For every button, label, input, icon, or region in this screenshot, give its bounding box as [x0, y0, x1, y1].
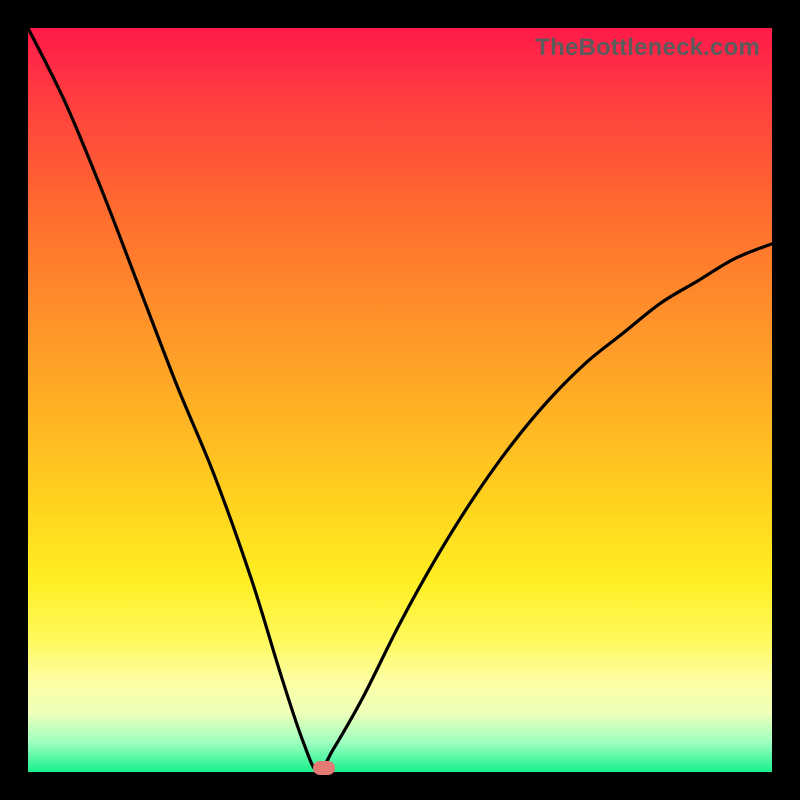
- curve-path: [28, 28, 772, 772]
- bottleneck-curve: [28, 28, 772, 772]
- chart-frame: TheBottleneck.com: [0, 0, 800, 800]
- plot-area: TheBottleneck.com: [28, 28, 772, 772]
- optimum-marker: [313, 761, 335, 775]
